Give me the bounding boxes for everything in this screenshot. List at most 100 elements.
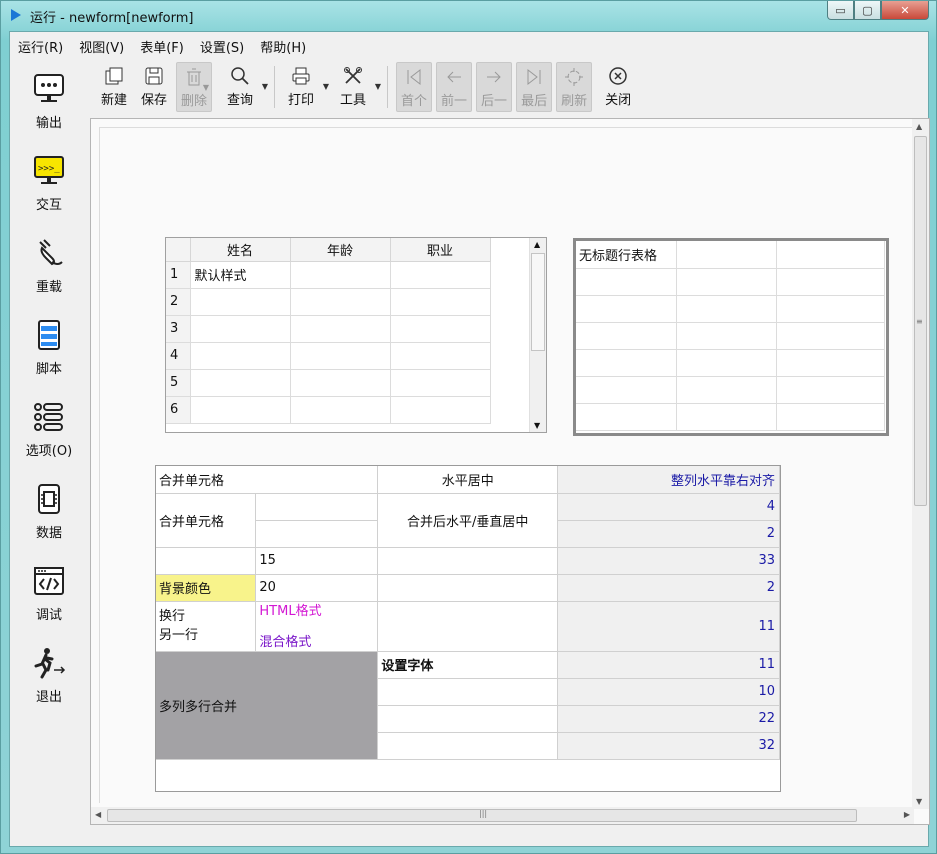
delete-button[interactable]: 删除 ▼ <box>176 62 213 112</box>
number-cell[interactable]: 4 <box>557 493 780 521</box>
html-cell[interactable]: HTML格式 混合格式 <box>255 601 379 652</box>
table-cell[interactable] <box>390 342 491 370</box>
table-cell[interactable] <box>377 705 559 733</box>
table-cell[interactable] <box>190 288 291 316</box>
font-cell[interactable]: 设置字体 <box>377 651 559 679</box>
sidebar-item-output[interactable]: 输出 <box>10 60 88 142</box>
menu-help[interactable]: 帮助(H) <box>252 34 314 56</box>
table-cell[interactable]: 15 <box>255 547 379 575</box>
tools-dropdown-icon[interactable]: ▼ <box>375 82 381 91</box>
table-cell[interactable] <box>190 315 291 343</box>
table-cell[interactable] <box>377 732 559 760</box>
table-cell[interactable] <box>377 574 559 602</box>
number-cell[interactable]: 22 <box>557 705 780 733</box>
menu-run[interactable]: 运行(R) <box>10 34 71 56</box>
vertical-scrollbar[interactable]: ▲ ≡ ▼ <box>912 119 929 809</box>
menu-form[interactable]: 表单(F) <box>132 34 192 56</box>
maximize-button[interactable]: ▢ <box>854 1 881 20</box>
table-cell[interactable] <box>676 349 777 377</box>
scroll-left-icon[interactable]: ◀ <box>95 810 101 819</box>
merged-cell[interactable]: 合并单元格 <box>156 493 257 548</box>
table-cell[interactable] <box>390 369 491 397</box>
column-header-age[interactable]: 年龄 <box>290 238 391 262</box>
merged-cell[interactable]: 合并单元格 <box>156 466 379 494</box>
number-cell[interactable]: 32 <box>557 732 780 760</box>
table-cell[interactable] <box>377 678 559 706</box>
row-number[interactable]: 6 <box>166 396 191 424</box>
column-header-job[interactable]: 职业 <box>390 238 491 262</box>
scroll-up-icon[interactable]: ▲ <box>916 122 922 131</box>
number-cell[interactable]: 11 <box>557 601 780 652</box>
sidebar-item-exit[interactable]: 退出 <box>10 634 88 716</box>
table-cell[interactable]: 20 <box>255 574 379 602</box>
scroll-up-icon[interactable]: ▲ <box>534 240 540 249</box>
table-cell[interactable] <box>190 342 291 370</box>
table-cell[interactable] <box>776 295 885 323</box>
merged-center-cell[interactable]: 合并后水平/垂直居中 <box>377 493 559 548</box>
table-cell[interactable] <box>576 349 677 377</box>
next-button[interactable]: 后一 <box>476 62 513 112</box>
sidebar-item-debug[interactable]: 调试 <box>10 552 88 634</box>
table-cell[interactable] <box>290 342 391 370</box>
table-cell[interactable] <box>576 403 677 431</box>
tools-button[interactable]: 工具 ▼ <box>333 62 381 112</box>
number-cell[interactable]: 10 <box>557 678 780 706</box>
table-cell[interactable] <box>676 376 777 404</box>
horizontal-scrollbar[interactable]: ◀ ||| ▶ <box>91 807 914 824</box>
query-button[interactable]: 查询 ▼ <box>220 62 268 112</box>
sidebar-item-data[interactable]: 数据 <box>10 470 88 552</box>
close-window-button[interactable]: ✕ <box>881 1 929 20</box>
table-cell[interactable] <box>290 261 391 289</box>
table-cell[interactable] <box>676 322 777 350</box>
refresh-button[interactable]: 刷新 <box>556 62 593 112</box>
first-button[interactable]: 首个 <box>396 62 433 112</box>
print-button[interactable]: 打印 ▼ <box>281 62 329 112</box>
table-cell[interactable] <box>776 322 885 350</box>
wrap-cell[interactable]: 换行 另一行 <box>156 601 257 652</box>
table-cell[interactable]: 无标题行表格 <box>576 241 677 269</box>
table-cell[interactable] <box>576 322 677 350</box>
data-grid[interactable]: 姓名 年龄 职业 1 默认样式 2 3 4 5 6 ▲ ▼ <box>165 237 547 433</box>
table-cell[interactable] <box>290 396 391 424</box>
right-aligned-header[interactable]: 整列水平靠右对齐 <box>557 466 780 494</box>
row-number[interactable]: 3 <box>166 315 191 343</box>
last-button[interactable]: 最后 <box>516 62 553 112</box>
table-cell[interactable] <box>390 396 491 424</box>
scroll-right-icon[interactable]: ▶ <box>904 810 910 819</box>
sidebar-item-reload[interactable]: 重载 <box>10 224 88 306</box>
column-header-name[interactable]: 姓名 <box>190 238 291 262</box>
sidebar-item-options[interactable]: 选项(O) <box>10 388 88 470</box>
prev-button[interactable]: 前一 <box>436 62 473 112</box>
number-cell[interactable]: 33 <box>557 547 780 575</box>
menu-view[interactable]: 视图(V) <box>71 34 132 56</box>
centered-cell[interactable]: 水平居中 <box>377 466 559 494</box>
save-button[interactable]: 保存 <box>134 62 174 112</box>
table-cell[interactable] <box>776 241 885 269</box>
table-cell[interactable] <box>255 520 379 548</box>
table-cell[interactable] <box>676 268 777 296</box>
table-cell[interactable] <box>290 288 391 316</box>
table-cell[interactable] <box>676 403 777 431</box>
close-button[interactable]: 关闭 <box>598 62 638 112</box>
minimize-button[interactable]: ▭ <box>827 1 854 20</box>
new-button[interactable]: 新建 <box>94 62 134 112</box>
grid-scrollbar[interactable]: ▲ ▼ <box>529 238 546 432</box>
menu-settings[interactable]: 设置(S) <box>192 34 252 56</box>
table-cell[interactable] <box>156 547 257 575</box>
row-number[interactable]: 5 <box>166 369 191 397</box>
table-cell[interactable] <box>776 268 885 296</box>
table-cell[interactable] <box>377 601 559 652</box>
multi-merge-cell[interactable]: 多列多行合并 <box>156 651 379 760</box>
print-dropdown-icon[interactable]: ▼ <box>323 82 329 91</box>
untitled-grid[interactable]: 无标题行表格 <box>573 238 889 436</box>
table-cell[interactable] <box>390 261 491 289</box>
table-cell[interactable]: 默认样式 <box>190 261 291 289</box>
styled-grid[interactable]: 合并单元格 水平居中 整列水平靠右对齐 合并单元格 合并后水平/垂直居中 4 2 <box>155 465 781 792</box>
table-cell[interactable] <box>576 268 677 296</box>
table-cell[interactable] <box>390 288 491 316</box>
table-cell[interactable] <box>190 369 291 397</box>
table-cell[interactable] <box>776 349 885 377</box>
bg-color-cell[interactable]: 背景颜色 <box>156 574 257 602</box>
table-cell[interactable] <box>576 376 677 404</box>
table-cell[interactable] <box>776 403 885 431</box>
